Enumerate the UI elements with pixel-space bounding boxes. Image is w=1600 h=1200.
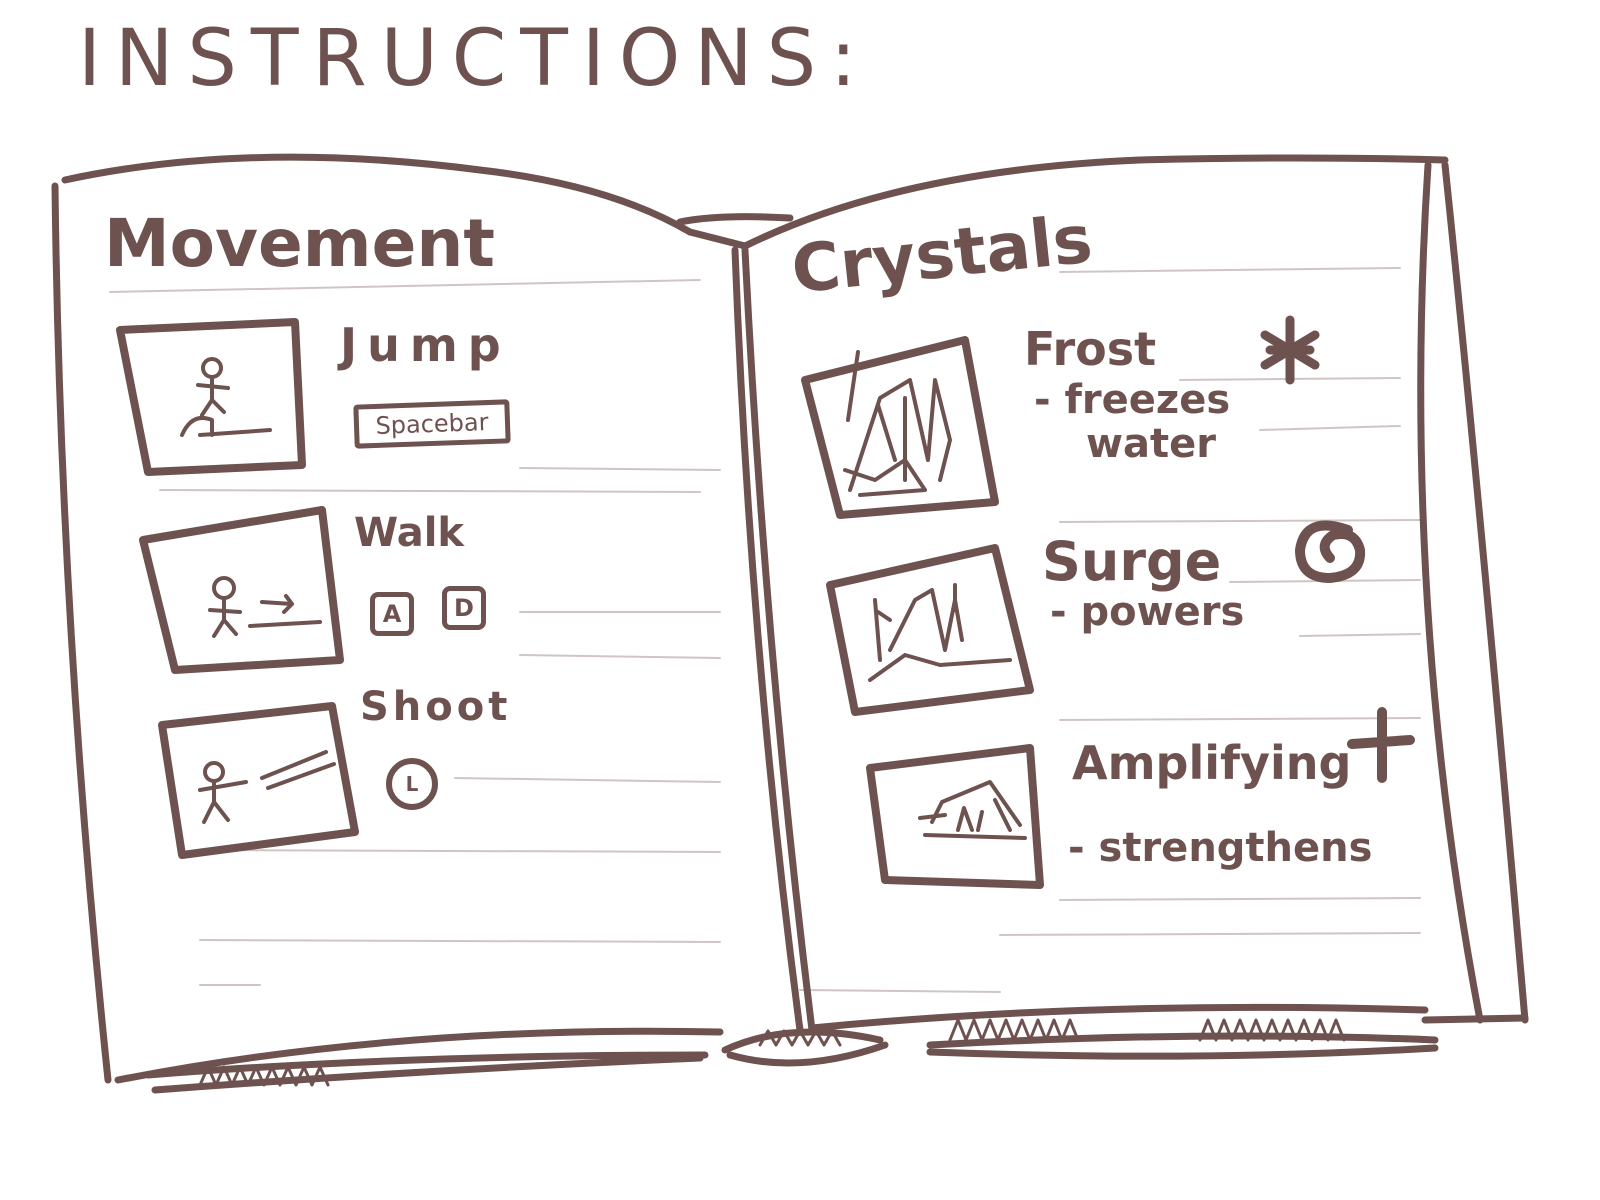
walk-frame (139, 506, 344, 674)
amplifying-label: Amplifying (1072, 736, 1352, 790)
surge-symbol-icon (1295, 520, 1366, 583)
movement-heading: Movement (104, 205, 495, 282)
surge-frame (826, 544, 1034, 716)
a-key: A (370, 592, 414, 636)
shoot-frame (158, 702, 359, 859)
frost-desc-line1: - freezes (1034, 377, 1231, 423)
walk-figure-icon (208, 576, 322, 638)
surge-crystal-icon (868, 583, 1012, 682)
shoot-figure-icon (198, 750, 336, 824)
jump-figure-icon (180, 357, 272, 437)
d-key: D (442, 586, 486, 630)
walk-label: Walk (354, 510, 464, 556)
amplifying-crystal-icon (918, 780, 1027, 840)
frost-crystal-icon (843, 350, 952, 497)
surge-desc-line1: - powers (1050, 589, 1245, 635)
shoot-label: Shoot (360, 684, 512, 730)
amplifying-symbol-icon (1347, 707, 1415, 783)
instructions-title: INSTRUCTIONS: (78, 14, 871, 104)
frost-desc-line2: water (1086, 421, 1216, 467)
amplifying-desc-line1: - strengthens (1068, 825, 1373, 871)
jump-label: Jump (340, 318, 511, 372)
movement-frames (116, 318, 359, 859)
left-mouse-button: L (386, 758, 438, 810)
frost-label: Frost (1024, 322, 1157, 376)
surge-label: Surge (1042, 530, 1222, 593)
frost-frame (801, 336, 999, 519)
frost-symbol-icon (1260, 315, 1320, 385)
spacebar-key: Spacebar (353, 399, 511, 449)
open-book (51, 153, 1529, 1094)
